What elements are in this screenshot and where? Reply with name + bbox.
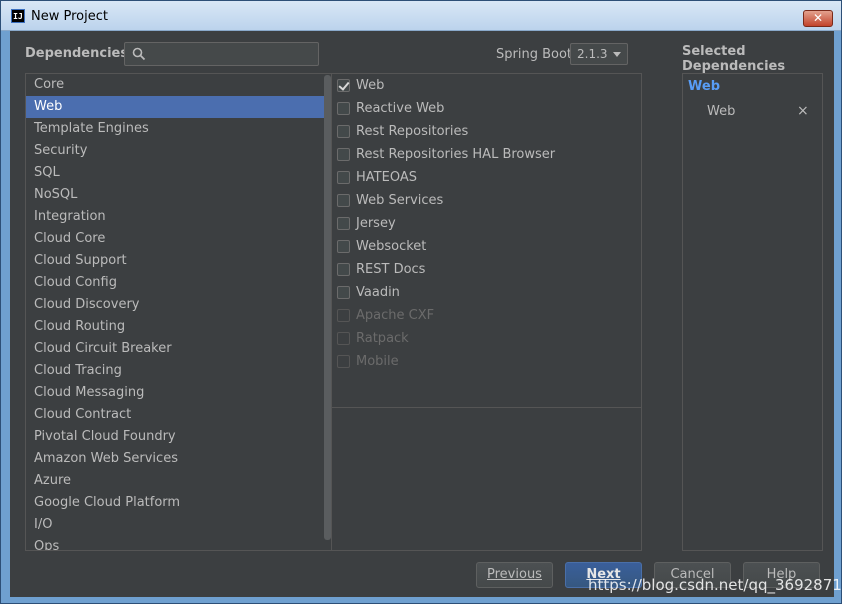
category-item-google-cloud-platform[interactable]: Google Cloud Platform <box>26 492 331 514</box>
category-item-template-engines[interactable]: Template Engines <box>26 118 331 140</box>
dependency-label: Mobile <box>356 354 399 369</box>
category-item-ops[interactable]: Ops <box>26 536 331 550</box>
previous-button[interactable]: Previous <box>476 562 553 588</box>
category-item-sql[interactable]: SQL <box>26 162 331 184</box>
checkbox-apache-cxf <box>337 309 350 322</box>
category-item-azure[interactable]: Azure <box>26 470 331 492</box>
checkbox-rest-repositories-hal-browser[interactable] <box>337 148 350 161</box>
previous-button-label: Previous <box>487 567 542 582</box>
spring-boot-label: Spring Boot <box>496 47 573 62</box>
watermark-url: https://blog.csdn.net/qq_36928715 <box>588 576 842 594</box>
search-input[interactable] <box>151 45 311 63</box>
category-item-cloud-discovery[interactable]: Cloud Discovery <box>26 294 331 316</box>
title-bar[interactable]: IJ New Project ✕ <box>1 1 841 31</box>
dependency-apache-cxf: Apache CXF <box>332 304 641 327</box>
spring-boot-version-value: 2.1.3 <box>577 47 608 61</box>
dependency-label: Reactive Web <box>356 101 445 116</box>
dependency-label: REST Docs <box>356 262 426 277</box>
checkbox-hateoas[interactable] <box>337 171 350 184</box>
dependency-mobile: Mobile <box>332 350 641 373</box>
dependency-label: Ratpack <box>356 331 409 346</box>
checkbox-web-services[interactable] <box>337 194 350 207</box>
checkbox-rest-docs[interactable] <box>337 263 350 276</box>
window-title: New Project <box>31 9 108 24</box>
category-item-pivotal-cloud-foundry[interactable]: Pivotal Cloud Foundry <box>26 426 331 448</box>
dependency-label: Vaadin <box>356 285 400 300</box>
dependency-label: Rest Repositories HAL Browser <box>356 147 556 162</box>
search-field[interactable] <box>124 42 319 66</box>
search-icon <box>132 47 146 61</box>
checkbox-jersey[interactable] <box>337 217 350 230</box>
dependency-label: Websocket <box>356 239 427 254</box>
dependency-vaadin[interactable]: Vaadin <box>332 281 641 304</box>
dependency-web-services[interactable]: Web Services <box>332 189 641 212</box>
selected-dependencies-panel: Web Web × <box>682 73 823 551</box>
selected-group-web: Web <box>688 79 720 94</box>
category-item-web[interactable]: Web <box>26 96 331 118</box>
checkbox-web[interactable] <box>337 79 350 92</box>
checkbox-websocket[interactable] <box>337 240 350 253</box>
dependency-jersey[interactable]: Jersey <box>332 212 641 235</box>
category-list-scrollbar[interactable] <box>324 75 331 540</box>
close-window-button[interactable]: ✕ <box>803 10 833 27</box>
checkbox-ratpack <box>337 332 350 345</box>
dependencies-heading: Dependencies <box>25 46 129 61</box>
dependency-websocket[interactable]: Websocket <box>332 235 641 258</box>
dependency-label: Apache CXF <box>356 308 435 323</box>
dependency-web[interactable]: Web <box>332 74 641 97</box>
intellij-app-icon: IJ <box>11 9 25 23</box>
dependency-label: Web <box>356 78 385 93</box>
dependency-hateoas[interactable]: HATEOAS <box>332 166 641 189</box>
selected-item-web: Web <box>707 104 736 119</box>
dependency-rest-repositories[interactable]: Rest Repositories <box>332 120 641 143</box>
dependency-list: Web Reactive Web Rest Repositories Rest Rep… <box>332 73 642 551</box>
dependency-label: Web Services <box>356 193 444 208</box>
category-item-amazon-web-services[interactable]: Amazon Web Services <box>26 448 331 470</box>
category-item-cloud-routing[interactable]: Cloud Routing <box>26 316 331 338</box>
category-item-cloud-support[interactable]: Cloud Support <box>26 250 331 272</box>
dependency-ratpack: Ratpack <box>332 327 641 350</box>
category-item-nosql[interactable]: NoSQL <box>26 184 331 206</box>
category-item-core[interactable]: Core <box>26 74 331 96</box>
selected-dependencies-heading: Selected Dependencies <box>682 44 786 74</box>
dependency-label: Jersey <box>356 216 396 231</box>
checkbox-mobile <box>337 355 350 368</box>
checkbox-rest-repositories[interactable] <box>337 125 350 138</box>
category-item-i-o[interactable]: I/O <box>26 514 331 536</box>
category-list[interactable]: Core Web Template Engines Security SQL NoSQL I… <box>25 73 332 551</box>
checkbox-reactive-web[interactable] <box>337 102 350 115</box>
dependency-label: Rest Repositories <box>356 124 469 139</box>
dependency-label: HATEOAS <box>356 170 417 185</box>
category-item-cloud-contract[interactable]: Cloud Contract <box>26 404 331 426</box>
dependency-reactive-web[interactable]: Reactive Web <box>332 97 641 120</box>
dependency-rest-repositories-hal-browser[interactable]: Rest Repositories HAL Browser <box>332 143 641 166</box>
category-item-cloud-messaging[interactable]: Cloud Messaging <box>26 382 331 404</box>
category-item-security[interactable]: Security <box>26 140 331 162</box>
dependency-rest-docs[interactable]: REST Docs <box>332 258 641 281</box>
remove-icon[interactable]: × <box>797 103 809 119</box>
new-project-window: IJ New Project ✕ Dependencies Spring Boo… <box>0 0 842 604</box>
spring-boot-version-select[interactable]: 2.1.3 <box>570 43 628 65</box>
category-item-cloud-circuit-breaker[interactable]: Cloud Circuit Breaker <box>26 338 331 360</box>
dependency-description-divider <box>332 407 642 408</box>
close-icon: ✕ <box>812 11 824 25</box>
category-item-cloud-tracing[interactable]: Cloud Tracing <box>26 360 331 382</box>
category-item-cloud-core[interactable]: Cloud Core <box>26 228 331 250</box>
category-item-cloud-config[interactable]: Cloud Config <box>26 272 331 294</box>
checkbox-vaadin[interactable] <box>337 286 350 299</box>
category-item-integration[interactable]: Integration <box>26 206 331 228</box>
chevron-down-icon <box>613 52 621 57</box>
dialog-content: Dependencies Spring Boot 2.1.3 Selected … <box>10 31 834 597</box>
